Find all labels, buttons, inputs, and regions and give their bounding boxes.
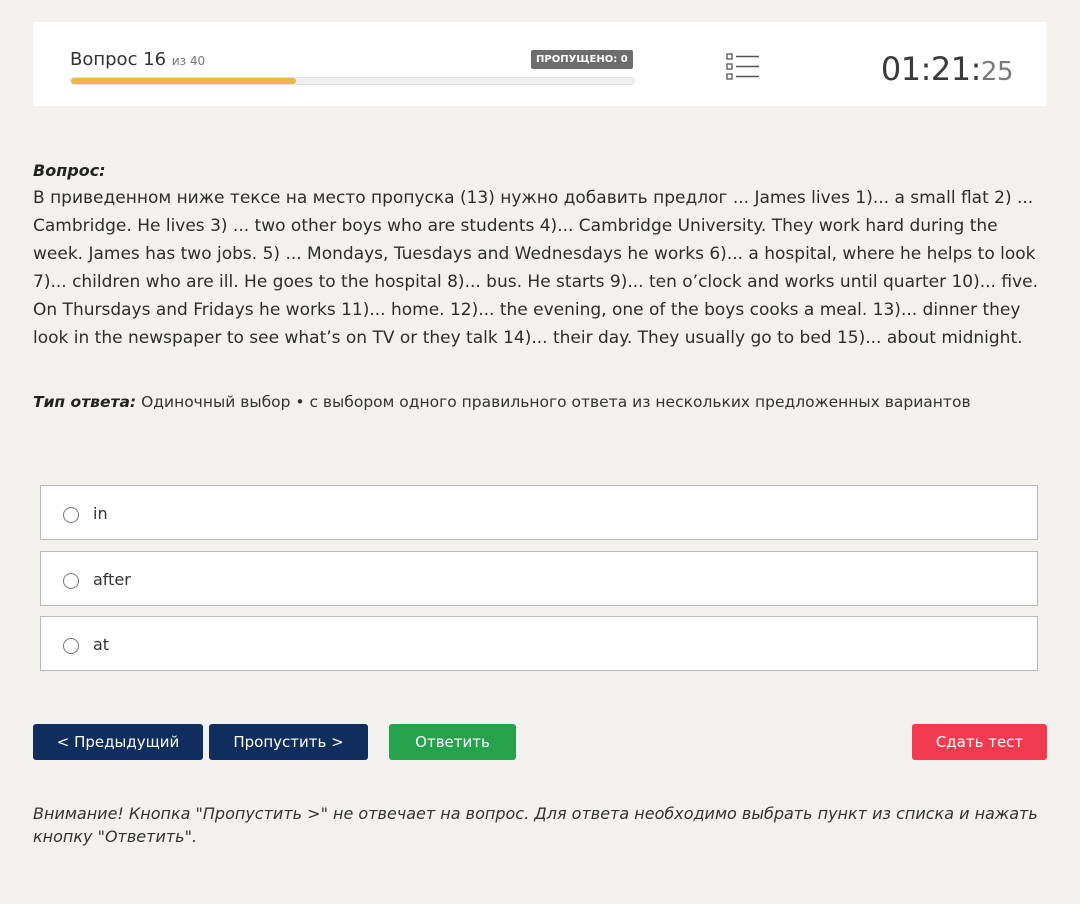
test-header: Вопрос 16 из 40 ПРОПУЩЕНО: 0 01:21:25 (33, 22, 1047, 106)
option-label: at (93, 635, 110, 654)
question-text: В приведенном ниже тексе на место пропус… (33, 188, 1039, 348)
progress-fill (71, 78, 297, 84)
question-number: Вопрос 16 (70, 49, 167, 70)
timer-colon: : (970, 50, 982, 88)
radio-button[interactable] (63, 507, 79, 523)
timer-seconds: 25 (980, 57, 1014, 87)
radio-button[interactable] (63, 573, 79, 589)
option-label: in (93, 504, 108, 523)
question-label: Вопрос: (33, 161, 106, 180)
answer-type-value: Одиночный выбор • с выбором одного прави… (141, 393, 971, 411)
warning-notice: Внимание! Кнопка "Пропустить >" не отвеч… (33, 804, 1038, 846)
answer-option[interactable]: after (40, 551, 1038, 606)
answer-button[interactable]: Ответить (389, 724, 516, 760)
skipped-badge: ПРОПУЩЕНО: 0 (531, 50, 633, 69)
question-total: из 40 (171, 54, 206, 68)
skip-button[interactable]: Пропустить > (209, 724, 368, 760)
progress-bar (70, 77, 635, 85)
answer-type: Тип ответа: Одиночный выбор • с выбором … (33, 393, 971, 411)
timer-hours-minutes: 01:21 (880, 50, 971, 88)
timer: 01:21:25 (880, 50, 1014, 88)
answer-option[interactable]: in (40, 485, 1038, 540)
previous-button[interactable]: < Предыдущий (33, 724, 203, 760)
list-icon[interactable] (726, 52, 760, 82)
submit-test-button[interactable]: Сдать тест (912, 724, 1047, 760)
answer-option[interactable]: at (40, 616, 1038, 671)
radio-button[interactable] (63, 638, 79, 654)
option-label: after (93, 570, 131, 589)
question-counter: Вопрос 16 из 40 (70, 49, 205, 70)
answer-type-label: Тип ответа: (33, 393, 137, 411)
